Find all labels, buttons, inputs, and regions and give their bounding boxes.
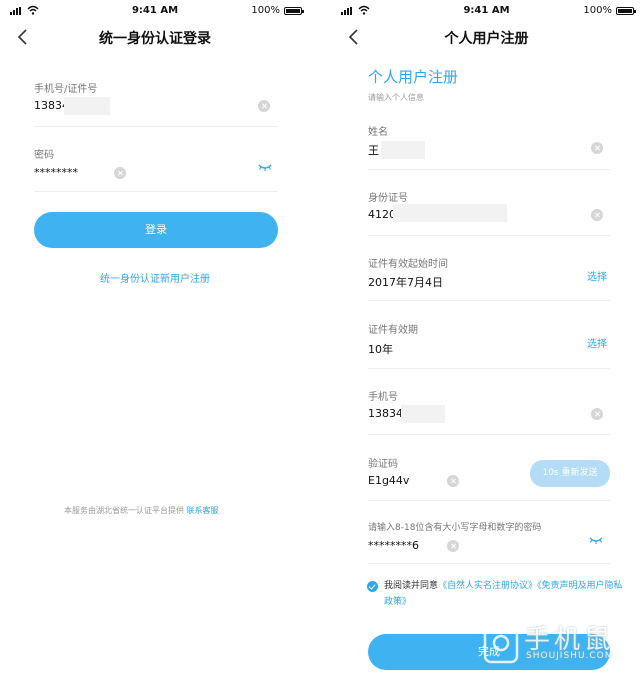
battery-percent: 100% [583,5,612,16]
login-button[interactable]: 登录 [34,212,278,248]
redaction-mask [393,204,507,222]
agree-text: 我阅读并同意《自然人实名注册协议》《免责声明及用户隐私政策》 [384,578,624,610]
clear-icon[interactable] [591,142,603,154]
watermark-domain: SHOUJISHU.COM [526,651,614,661]
battery-percent: 100% [251,5,280,16]
page-title: 个人用户注册 [444,31,529,47]
password-input[interactable]: ********6 [368,539,419,552]
divider [368,563,610,564]
page-title: 统一身份认证登录 [99,31,211,47]
valid-start-select[interactable]: 选择 [587,268,607,283]
register-link[interactable]: 统一身份认证新用户注册 [0,270,310,285]
divider [34,126,278,127]
valid-start-label: 证件有效起始时间 [368,259,448,270]
clear-icon[interactable] [447,540,459,552]
name-label: 姓名 [368,127,388,138]
name-input[interactable]: 王 [368,142,379,158]
password-hint: 请输入8-18位含有大小写字母和数字的密码 [368,523,542,533]
valid-period-label: 证件有效期 [368,325,418,336]
eye-closed-icon[interactable] [258,162,272,172]
status-bar: 9:41 AM 100% [331,0,642,20]
nav-bar: 统一身份认证登录 [0,22,310,52]
divider [368,500,610,501]
eye-closed-icon[interactable] [589,535,603,545]
divider [34,191,278,192]
redaction-mask [381,141,425,159]
redaction-mask [401,405,445,423]
phone-label: 手机号 [368,392,398,403]
code-input[interactable]: E1g44v [368,474,409,487]
divider [368,235,610,236]
code-label: 验证码 [368,459,398,470]
battery-icon [616,7,636,15]
phone-input[interactable]: 13834 [368,407,403,420]
id-input[interactable]: 4120 [368,208,396,221]
valid-start-value[interactable]: 2017年7月4日 [368,274,443,290]
clear-icon[interactable] [447,475,459,487]
screen-gap [310,0,331,679]
agree-prefix: 我阅读并同意 [384,581,439,591]
watermark: 手机鼠 SHOUJISHU.COM [472,619,632,669]
password-label: 密码 [34,150,54,161]
status-bar: 9:41 AM 100% [0,0,310,20]
valid-period-value[interactable]: 10年 [368,341,393,357]
watermark-logo-icon [483,622,519,664]
login-screen: 9:41 AM 100% 统一身份认证登录 手机号/证件号 13834 密码 *… [0,0,310,679]
divider [368,434,610,435]
clear-icon[interactable] [258,100,270,112]
account-label: 手机号/证件号 [34,84,98,95]
id-label: 身份证号 [368,193,408,204]
password-input[interactable]: ******** [34,166,78,179]
footer-note: 本服务由湖北省统一认证平台提供 联系客服 [64,505,219,516]
resend-code-button[interactable]: 10s 重新发送 [530,460,610,487]
valid-period-select[interactable]: 选择 [587,335,607,350]
clear-icon[interactable] [591,209,603,221]
battery-icon [284,7,304,15]
register-subheading: 请输入个人信息 [368,93,424,102]
clear-icon[interactable] [591,408,603,420]
agreement-link[interactable]: 《自然人实名注册协议》 [438,581,537,591]
register-heading: 个人用户注册 [368,68,459,86]
divider [368,169,610,170]
footer-text: 本服务由湖北省统一认证平台提供 [64,506,184,515]
register-screen: 9:41 AM 100% 个人用户注册 个人用户注册 请输入个人信息 姓名 王 … [331,0,642,679]
divider [368,368,610,369]
contact-support-link[interactable]: 联系客服 [187,506,219,515]
divider [368,300,610,301]
clear-icon[interactable] [114,167,126,179]
agree-checkbox-icon[interactable] [367,581,378,592]
nav-bar: 个人用户注册 [331,22,642,52]
redaction-mask [64,97,110,115]
